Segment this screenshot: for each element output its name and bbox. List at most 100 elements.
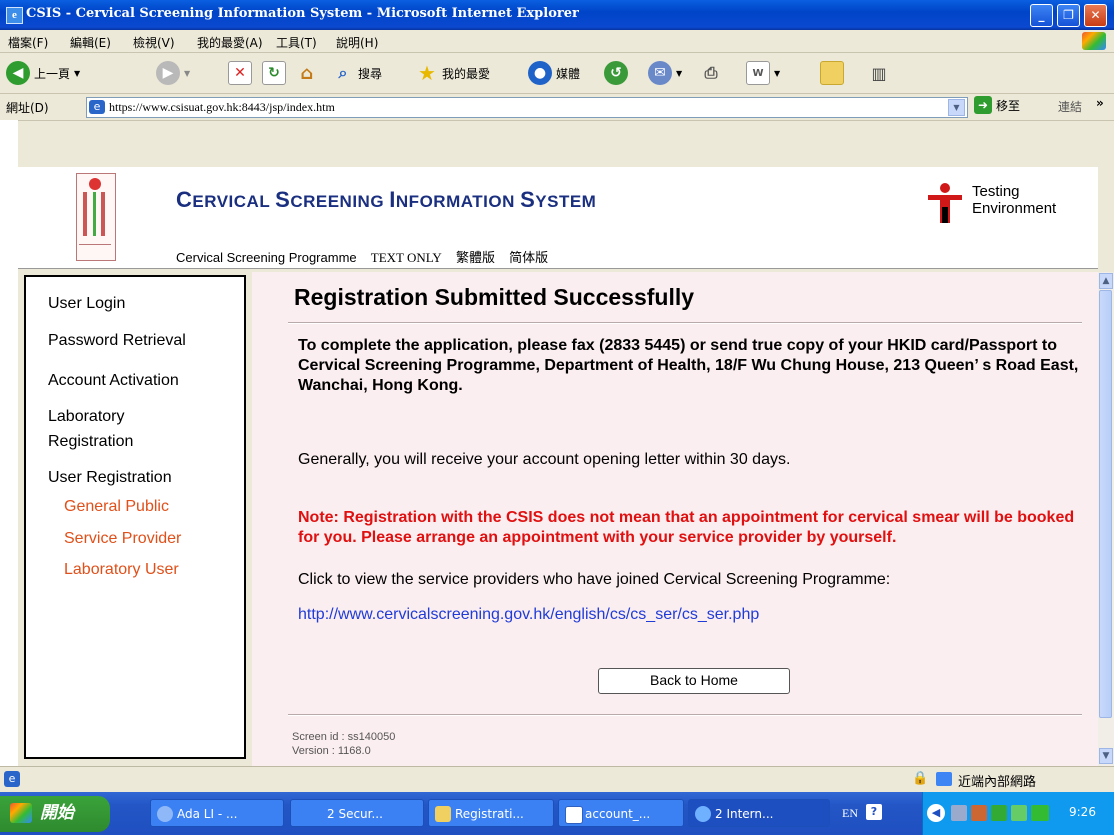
nav-traditional-chinese[interactable]: 繁體版	[456, 251, 495, 266]
stop-button[interactable]: ✕	[228, 59, 252, 87]
address-dropdown-icon[interactable]: ▼	[948, 99, 965, 116]
taskbar-item-security[interactable]: 2 Secur...	[290, 799, 424, 827]
click-to-view-text: Click to view the service providers who …	[298, 571, 891, 588]
go-button[interactable]: ➜ 移至	[974, 96, 1020, 114]
close-button[interactable]: ✕	[1084, 4, 1107, 27]
taskbar-item-account[interactable]: account_...	[558, 799, 684, 827]
menu-favorites[interactable]: 我的最愛(A)	[197, 34, 263, 51]
divider	[288, 322, 1082, 324]
start-button[interactable]: 開始	[0, 796, 110, 832]
menu-tools[interactable]: 工具(T)	[276, 34, 317, 51]
help-icon[interactable]: ?	[866, 804, 882, 820]
address-url: https://www.csisuat.gov.hk:8443/jsp/inde…	[109, 100, 335, 114]
word-icon: W	[746, 61, 770, 85]
divider	[288, 714, 1082, 716]
vertical-scrollbar[interactable]: ▲ ▼	[1098, 272, 1114, 766]
sidebar: User Login Password Retrieval Account Ac…	[24, 275, 246, 759]
status-bar: e 🔒 近端內部網路	[0, 766, 1114, 793]
programme-logo	[76, 173, 116, 261]
minimize-button[interactable]: _	[1030, 4, 1053, 27]
antivirus-icon[interactable]	[971, 805, 987, 821]
menu-help[interactable]: 說明(H)	[336, 34, 378, 51]
menu-file[interactable]: 檔案(F)	[8, 34, 48, 51]
sidebar-subitem-laboratory-user[interactable]: Laboratory User	[64, 558, 179, 582]
back-button[interactable]: ◀ 上一頁 ▼	[6, 59, 80, 87]
ie-icon: e	[6, 7, 23, 24]
scroll-up-icon[interactable]: ▲	[1099, 273, 1113, 289]
address-label: 網址(D)	[6, 101, 49, 115]
refresh-button[interactable]: ↻	[262, 59, 286, 87]
history-button[interactable]: ↺	[604, 59, 628, 87]
media-icon: ●	[528, 61, 552, 85]
chevron-left-icon[interactable]: ◀	[927, 804, 945, 822]
window-title: CSIS - Cervical Screening Information Sy…	[26, 6, 579, 21]
instruction-text: To complete the application, please fax …	[298, 337, 1079, 394]
nav-text-only[interactable]: TEXT ONLY	[371, 250, 442, 265]
chevron-down-icon: ▼	[74, 68, 81, 78]
mail-button[interactable]: ✉ ▼	[648, 59, 682, 87]
go-arrow-icon: ➜	[974, 96, 992, 114]
edit-button[interactable]: W ▼	[746, 59, 780, 87]
back-arrow-icon: ◀	[6, 61, 30, 85]
main-content: Registration Submitted Successfully To c…	[252, 272, 1098, 766]
chevron-down-icon: ▼	[184, 68, 191, 78]
research-icon: ▥	[871, 63, 887, 83]
chevron-right-icon[interactable]: »	[1096, 96, 1104, 110]
system-title: CERVICAL SCREENING INFORMATION SYSTEM	[176, 187, 597, 212]
research-button[interactable]: ▥	[868, 59, 890, 87]
address-bar: 網址(D) e https://www.csisuat.gov.hk:8443/j…	[0, 94, 1114, 121]
generally-text: Generally, you will receive your account…	[298, 451, 791, 468]
search-button[interactable]: ⌕ 搜尋	[332, 59, 383, 87]
page-status-icon: e	[4, 771, 20, 787]
sidebar-item-laboratory-registration[interactable]: Registration	[48, 430, 133, 454]
toolbar: ◀ 上一頁 ▼ ▶ ▼ ✕ ↻ ⌂ ⌕ 搜尋 ★ 我的最愛 ● 媒體 ↺ ✉ ▼…	[0, 53, 1114, 94]
menu-edit[interactable]: 編輯(E)	[70, 34, 111, 51]
sidebar-item-password-retrieval[interactable]: Password Retrieval	[48, 329, 186, 353]
windows-logo-icon	[10, 803, 32, 823]
folder-icon	[435, 806, 451, 822]
back-to-home-button[interactable]: Back to Home	[598, 668, 790, 694]
nav-simplified-chinese[interactable]: 简体版	[509, 251, 548, 266]
network-icon[interactable]	[951, 805, 967, 821]
restore-button[interactable]: ❐	[1057, 4, 1080, 27]
sidebar-subitem-service-provider[interactable]: Service Provider	[64, 527, 181, 551]
taskbar-item-registration[interactable]: Registrati...	[428, 799, 554, 827]
scroll-down-icon[interactable]: ▼	[1099, 748, 1113, 764]
security-zone: 近端內部網路	[958, 775, 1037, 790]
language-indicator[interactable]: EN	[842, 806, 858, 821]
scroll-thumb[interactable]	[1099, 290, 1112, 718]
taskbar: 開始 Ada LI - ... 2 Secur... Registrati...…	[0, 792, 1114, 835]
nav-cervical-screening-programme[interactable]: Cervical Screening Programme	[176, 250, 357, 265]
taskbar-item-ada-li[interactable]: Ada LI - ...	[150, 799, 284, 827]
testing-environment-badge: Testing Environment	[928, 183, 1056, 227]
chevron-down-icon: ▼	[774, 68, 781, 78]
lock-icon: 🔒	[912, 771, 929, 786]
stop-icon: ✕	[228, 61, 252, 85]
favorites-button[interactable]: ★ 我的最愛	[416, 59, 490, 87]
service-providers-link[interactable]: http://www.cervicalscreening.gov.hk/engl…	[298, 605, 1088, 625]
sidebar-subitem-general-public[interactable]: General Public	[64, 495, 169, 519]
messenger-icon	[157, 806, 173, 822]
folder-icon	[820, 61, 844, 85]
security-icon[interactable]	[1011, 805, 1027, 821]
favorites-label: 我的最愛	[442, 66, 491, 81]
ie-icon	[695, 806, 711, 822]
taskbar-item-internet-explorer[interactable]: 2 Intern...	[688, 799, 830, 827]
windows-logo-icon	[1082, 32, 1106, 50]
home-button[interactable]: ⌂	[296, 59, 318, 87]
sidebar-item-user-registration[interactable]: User Registration	[48, 466, 172, 490]
menu-view[interactable]: 檢視(V)	[133, 34, 175, 51]
v-icon[interactable]	[1031, 805, 1049, 821]
print-button[interactable]: ⎙	[700, 59, 722, 87]
checkmark-icon[interactable]	[991, 805, 1007, 821]
media-button[interactable]: ● 媒體	[528, 59, 580, 87]
forward-button[interactable]: ▶ ▼	[156, 59, 190, 87]
sidebar-item-account-activation[interactable]: Account Activation	[48, 369, 179, 393]
site-header: CERVICAL SCREENING INFORMATION SYSTEM Ce…	[18, 167, 1098, 269]
links-label[interactable]: 連結	[1058, 98, 1082, 115]
sidebar-item-laboratory[interactable]: Laboratory	[48, 405, 125, 429]
sidebar-item-user-login[interactable]: User Login	[48, 292, 125, 316]
ie-page-icon: e	[89, 100, 105, 114]
address-input[interactable]: e https://www.csisuat.gov.hk:8443/jsp/ind…	[86, 97, 968, 118]
discuss-button[interactable]	[820, 59, 844, 87]
